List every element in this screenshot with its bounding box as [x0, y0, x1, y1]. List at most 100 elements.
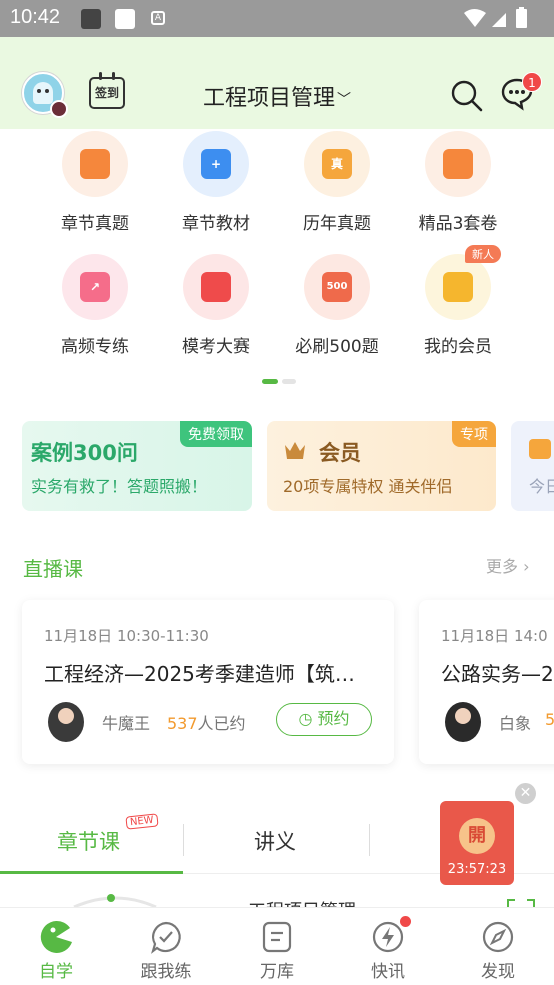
count-suffix: 人已约 [197, 714, 246, 733]
app-notification-icon [81, 9, 101, 29]
chevron-down-icon: ﹀ [337, 92, 351, 108]
live-time: 11月18日 14:0 [441, 627, 548, 645]
chapter-exam-icon [62, 131, 128, 197]
feature-item[interactable]: 真历年真题 [277, 131, 397, 234]
feature-glyph: 真 [322, 149, 352, 179]
feature-glyph: + [201, 149, 231, 179]
tab-divider [183, 824, 184, 856]
count-number: 537 [167, 714, 198, 733]
high-frequency-icon: ↗ [62, 254, 128, 320]
news-flash-icon [372, 921, 404, 953]
promo-title: 案例300问 [31, 441, 138, 465]
nav-library[interactable]: 万库 [222, 908, 332, 982]
nav-practice[interactable]: 跟我练 [111, 908, 221, 982]
live-time: 11月18日 10:30-11:30 [44, 627, 209, 645]
calendar-icon [529, 439, 551, 459]
more-label: 更多 [486, 557, 519, 576]
feature-label: 章节真题 [61, 214, 129, 234]
clock-icon: ◷ [298, 709, 313, 728]
reserve-button[interactable]: ◷ 预约 [276, 703, 372, 736]
nav-self-study[interactable]: 自学 [1, 908, 111, 982]
feature-glyph [443, 149, 473, 179]
nav-label: 快讯 [371, 962, 405, 982]
chevron-right-icon: › [523, 557, 530, 576]
feature-label: 章节教材 [182, 214, 250, 234]
packet-seal: 開 [459, 818, 495, 854]
nav-label: 发现 [481, 962, 515, 982]
promo-subtitle: 20项专属特权 通关伴侣 [283, 477, 453, 496]
new-user-tag: 新人 [465, 245, 501, 263]
progress-ring [73, 894, 157, 907]
promo-case300[interactable]: 案例300问 实务有救了！答题照搬！ 免费领取 [22, 421, 252, 511]
tab-divider [369, 824, 370, 856]
must-do-500-icon: 500 [304, 254, 370, 320]
app-header: 签到 工程项目管理 ﹀ 1 [0, 37, 554, 129]
message-count-badge: 1 [522, 72, 542, 92]
feature-item[interactable]: 我的会员 [398, 254, 518, 357]
promo-daily[interactable]: 今日 [511, 421, 554, 511]
self-study-icon [40, 920, 72, 953]
feature-glyph [80, 149, 110, 179]
feature-label: 历年真题 [303, 214, 371, 234]
feature-label: 模考大赛 [182, 337, 250, 357]
nav-label: 万库 [260, 962, 294, 982]
feature-label: 我的会员 [424, 337, 492, 357]
feature-item[interactable]: 500 必刷500题 [277, 254, 397, 357]
close-icon[interactable]: ✕ [515, 783, 536, 804]
feature-item[interactable]: ↗ 高频专练 [35, 254, 155, 357]
feature-item[interactable]: 章节真题 [35, 131, 155, 234]
red-packet-float[interactable]: 開 23:57:23 [440, 801, 514, 885]
pager-dot [282, 379, 296, 384]
textbook-icon: + [183, 131, 249, 197]
live-course-card[interactable]: 11月18日 14:0 公路实务—2 白象 5 [419, 600, 554, 764]
feature-label: 精品3套卷 [418, 214, 498, 234]
feature-glyph: 500 [322, 272, 352, 302]
bottom-nav: 自学 跟我练 万库 快讯 发现 [0, 907, 554, 985]
page-title: 工程项目管理 [202, 86, 335, 111]
feature-label: 高频专练 [61, 337, 129, 357]
crown-icon [285, 442, 305, 459]
paper-set-icon [425, 131, 491, 197]
more-link[interactable]: 更多 › [486, 553, 530, 577]
tab-chapter-course[interactable]: 章节课 [57, 826, 120, 856]
live-course-card[interactable]: 11月18日 10:30-11:30 工程经济—2025考季建造师【筑… 牛魔王… [22, 600, 394, 764]
teacher-name: 白象 [499, 714, 532, 733]
feature-label: 必刷500题 [295, 337, 379, 357]
news-flash-icon-wrap [371, 916, 411, 954]
feature-item[interactable]: 精品3套卷 [398, 131, 518, 234]
signal-battery-icons [464, 7, 527, 28]
app-notification-icon-2 [115, 9, 135, 29]
reserve-label: 预约 [317, 709, 350, 728]
feature-item[interactable]: + 章节教材 [156, 131, 276, 234]
reservation-count: 5 [545, 710, 554, 729]
feature-glyph [443, 272, 473, 302]
tab-handout[interactable]: 讲义 [254, 826, 296, 856]
search-icon[interactable] [450, 79, 484, 113]
reservation-count: 537人已约 [167, 710, 246, 734]
nav-discover[interactable]: 发现 [443, 908, 553, 982]
past-exam-icon: 真 [304, 131, 370, 197]
nav-news[interactable]: 快讯 [333, 908, 443, 982]
nav-label: 跟我练 [140, 962, 192, 982]
feature-item[interactable]: 模考大赛 [156, 254, 276, 357]
status-time: 10:42 [10, 6, 61, 28]
promo-membership[interactable]: 会员 20项专属特权 通关伴侣 专项 [267, 421, 496, 511]
keyboard-notification-icon: A [151, 11, 165, 25]
pager-dot-active [262, 379, 278, 384]
feature-glyph [201, 272, 231, 302]
active-tab-indicator [0, 871, 183, 874]
promo-subtitle: 今日 [529, 477, 554, 496]
practice-icon [151, 921, 181, 954]
promo-subtitle: 实务有救了！答题照搬！ [31, 477, 208, 496]
mock-contest-icon [183, 254, 249, 320]
feature-glyph: ↗ [80, 272, 110, 302]
library-icon [262, 921, 292, 953]
live-title: 公路实务—2 [441, 662, 554, 686]
promo-tag: 专项 [452, 421, 496, 447]
status-bar: 10:42 A [0, 0, 554, 37]
news-unread-dot [400, 916, 411, 927]
promo-title: 会员 [319, 441, 361, 465]
live-title: 工程经济—2025考季建造师【筑… [44, 662, 355, 686]
teacher-avatar [445, 702, 481, 742]
count-number: 5 [545, 710, 554, 729]
